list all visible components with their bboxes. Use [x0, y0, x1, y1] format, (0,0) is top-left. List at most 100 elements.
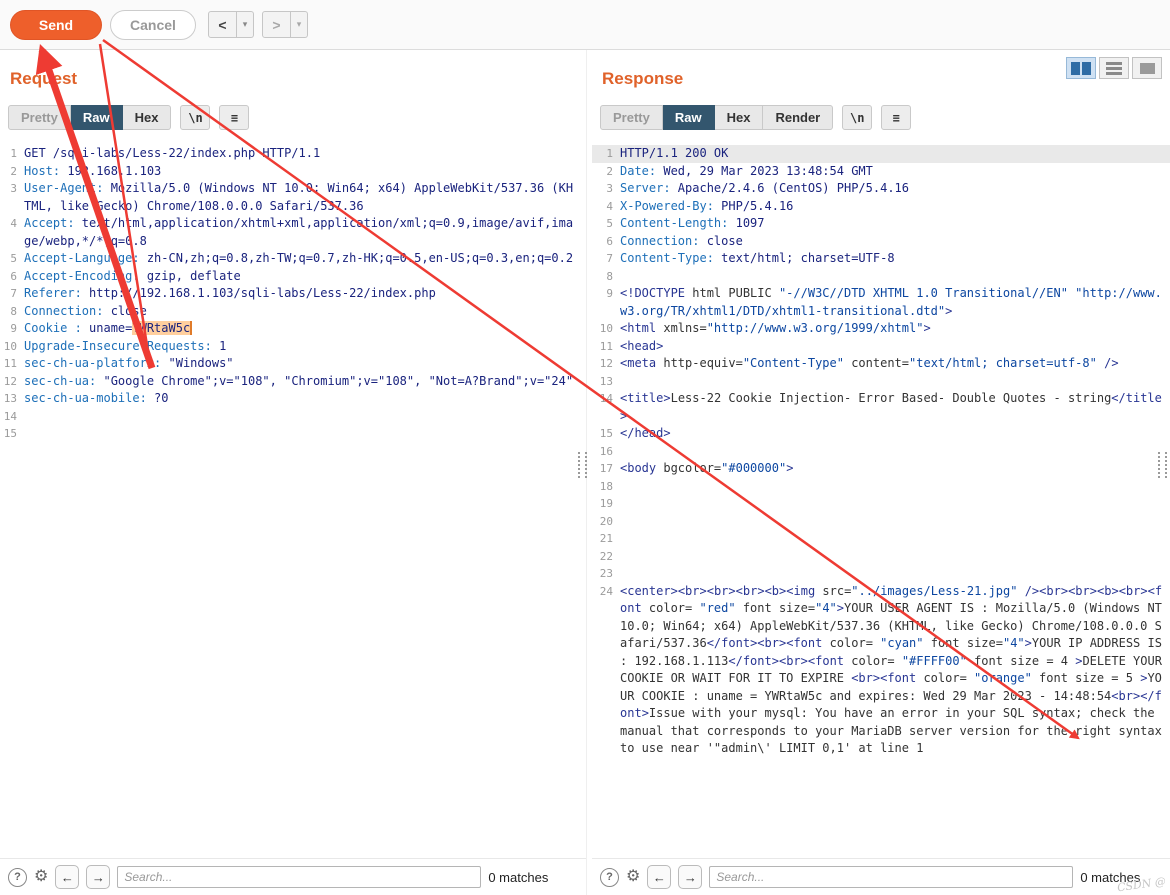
code-text: Accept: text/html,application/xhtml+xml,…: [24, 216, 574, 248]
tab-pretty[interactable]: Pretty: [600, 105, 663, 130]
layout-rows-button[interactable]: [1099, 57, 1129, 79]
tab-hex[interactable]: Hex: [714, 105, 764, 130]
request-panel: Request Pretty Raw Hex \n ≡ 1 GET /sqli-lab…: [0, 49, 587, 895]
line-number: 6: [606, 234, 613, 248]
request-editor[interactable]: 1 GET /sqli-labs/Less-22/index.php HTTP/1…: [0, 141, 586, 858]
code-line: 17 <body bgcolor="#000000">: [592, 460, 1170, 478]
forward-dropdown-button[interactable]: ▾: [291, 11, 308, 38]
tab-raw[interactable]: Raw: [70, 105, 123, 130]
response-newline-toggle-button[interactable]: \n: [842, 105, 873, 130]
line-number: 10: [599, 322, 613, 335]
code-line: 14: [0, 408, 586, 426]
line-number: 15: [599, 427, 613, 440]
line-number: 7: [10, 287, 17, 300]
forward-button-group: > ▾: [262, 11, 308, 38]
gear-icon[interactable]: ⚙: [34, 869, 48, 885]
request-search-bar: ? ⚙ ← → 0 matches: [0, 858, 586, 895]
help-icon[interactable]: ?: [600, 867, 619, 887]
response-panel: Response Pretty Raw Hex Render \n ≡ 1 HTTP/1…: [592, 49, 1170, 895]
code-text: <html xmlns="http://www.w3.org/1999/xhtm…: [620, 321, 931, 335]
code-text: sec-ch-ua-platform: "Windows": [24, 356, 234, 370]
code-text: X-Powered-By: PHP/5.4.16: [620, 198, 794, 213]
cancel-button[interactable]: Cancel: [110, 10, 196, 40]
code-line: 10 <html xmlns="http://www.w3.org/1999/xh…: [592, 320, 1170, 338]
line-number: 11: [3, 357, 17, 370]
chevron-down-icon: ▾: [242, 19, 248, 29]
tab-pretty[interactable]: Pretty: [8, 105, 71, 130]
line-number: 2: [10, 164, 17, 178]
code-line: 12 <meta http-equiv="Content-Type" conten…: [592, 355, 1170, 373]
columns-layout-icon: [1071, 61, 1091, 75]
code-line: 6 Connection: close: [592, 233, 1170, 251]
tab-render[interactable]: Render: [763, 105, 834, 130]
code-line: 3 Server: Apache/2.4.6 (CentOS) PHP/5.4.1…: [592, 180, 1170, 198]
code-line: 18: [592, 478, 1170, 496]
back-button-group: < ▾: [208, 11, 254, 38]
code-line: 5 Content-Length: 1097: [592, 215, 1170, 233]
response-view-tabs: Pretty Raw Hex Render: [600, 105, 834, 130]
line-number: 15: [3, 427, 17, 440]
code-text: <meta http-equiv="Content-Type" content=…: [620, 356, 1119, 370]
request-panel-title: Request: [10, 69, 78, 88]
code-text: <head>: [620, 338, 664, 353]
line-number: 9: [606, 287, 613, 300]
code-text: Content-Type: text/html; charset=UTF-8: [620, 251, 895, 265]
code-text: Accept-Encoding: gzip, deflate: [24, 268, 241, 283]
tab-raw[interactable]: Raw: [662, 105, 715, 130]
layout-single-button[interactable]: [1132, 57, 1162, 79]
code-line: 2 Host: 192.168.1.103: [0, 163, 586, 181]
line-number: 13: [3, 392, 17, 405]
request-newline-toggle-button[interactable]: \n: [180, 105, 211, 130]
search-next-button[interactable]: →: [678, 865, 703, 889]
tab-hex[interactable]: Hex: [122, 105, 172, 130]
layout-columns-button[interactable]: [1066, 57, 1096, 79]
code-line: 5 Accept-Language: zh-CN,zh;q=0.8,zh-TW;q…: [0, 250, 586, 268]
gear-icon[interactable]: ⚙: [626, 869, 640, 885]
toolbar: Send Cancel < ▾ > ▾: [0, 0, 1170, 50]
response-menu-button[interactable]: ≡: [881, 105, 912, 130]
line-number: 18: [599, 479, 613, 493]
rows-layout-icon: [1106, 61, 1122, 75]
line-number: 17: [599, 462, 613, 475]
request-tabs-row: Pretty Raw Hex \n ≡: [8, 105, 250, 130]
line-number: 6: [10, 269, 17, 283]
code-line: 2 Date: Wed, 29 Mar 2023 13:48:54 GMT: [592, 163, 1170, 181]
code-text: Connection: close: [24, 303, 147, 318]
request-menu-button[interactable]: ≡: [219, 105, 250, 130]
line-number: 8: [10, 304, 17, 318]
code-text: User-Agent: Mozilla/5.0 (Windows NT 10.0…: [24, 181, 574, 213]
search-prev-button[interactable]: ←: [647, 865, 672, 889]
panel-resize-handle[interactable]: [1158, 452, 1167, 478]
code-text: Cookie : uname=YWRtaW5c: [24, 321, 193, 335]
search-next-button[interactable]: →: [86, 865, 111, 889]
code-text: Referer: http://192.168.1.103/sqli-labs/…: [24, 286, 436, 300]
line-number: 24: [599, 584, 613, 598]
code-line: 20: [592, 513, 1170, 531]
code-line: 8 Connection: close: [0, 303, 586, 321]
line-number: 1: [606, 147, 613, 160]
help-icon[interactable]: ?: [8, 867, 27, 887]
line-number: 19: [599, 497, 613, 510]
send-button[interactable]: Send: [10, 10, 102, 40]
line-number: 16: [599, 444, 613, 458]
line-number: 21: [599, 532, 613, 545]
search-prev-button[interactable]: ←: [55, 865, 80, 889]
splitter-handle[interactable]: [578, 452, 587, 478]
forward-button[interactable]: >: [262, 11, 291, 38]
code-line: 4 Accept: text/html,application/xhtml+xml…: [0, 215, 586, 250]
response-viewer[interactable]: 1 HTTP/1.1 200 OK 2 Date: Wed, 29 Mar 2023 …: [592, 141, 1170, 858]
back-dropdown-button[interactable]: ▾: [237, 11, 254, 38]
single-layout-icon: [1139, 62, 1155, 74]
line-number: 14: [599, 392, 613, 405]
back-button[interactable]: <: [208, 11, 237, 38]
code-line: 9 Cookie : uname=YWRtaW5c: [0, 320, 586, 338]
line-number: 3: [10, 182, 17, 195]
request-search-input[interactable]: [117, 866, 482, 888]
code-line: 6 Accept-Encoding: gzip, deflate: [0, 268, 586, 286]
code-text: Upgrade-Insecure-Requests: 1: [24, 338, 227, 353]
response-search-input[interactable]: [709, 866, 1074, 888]
